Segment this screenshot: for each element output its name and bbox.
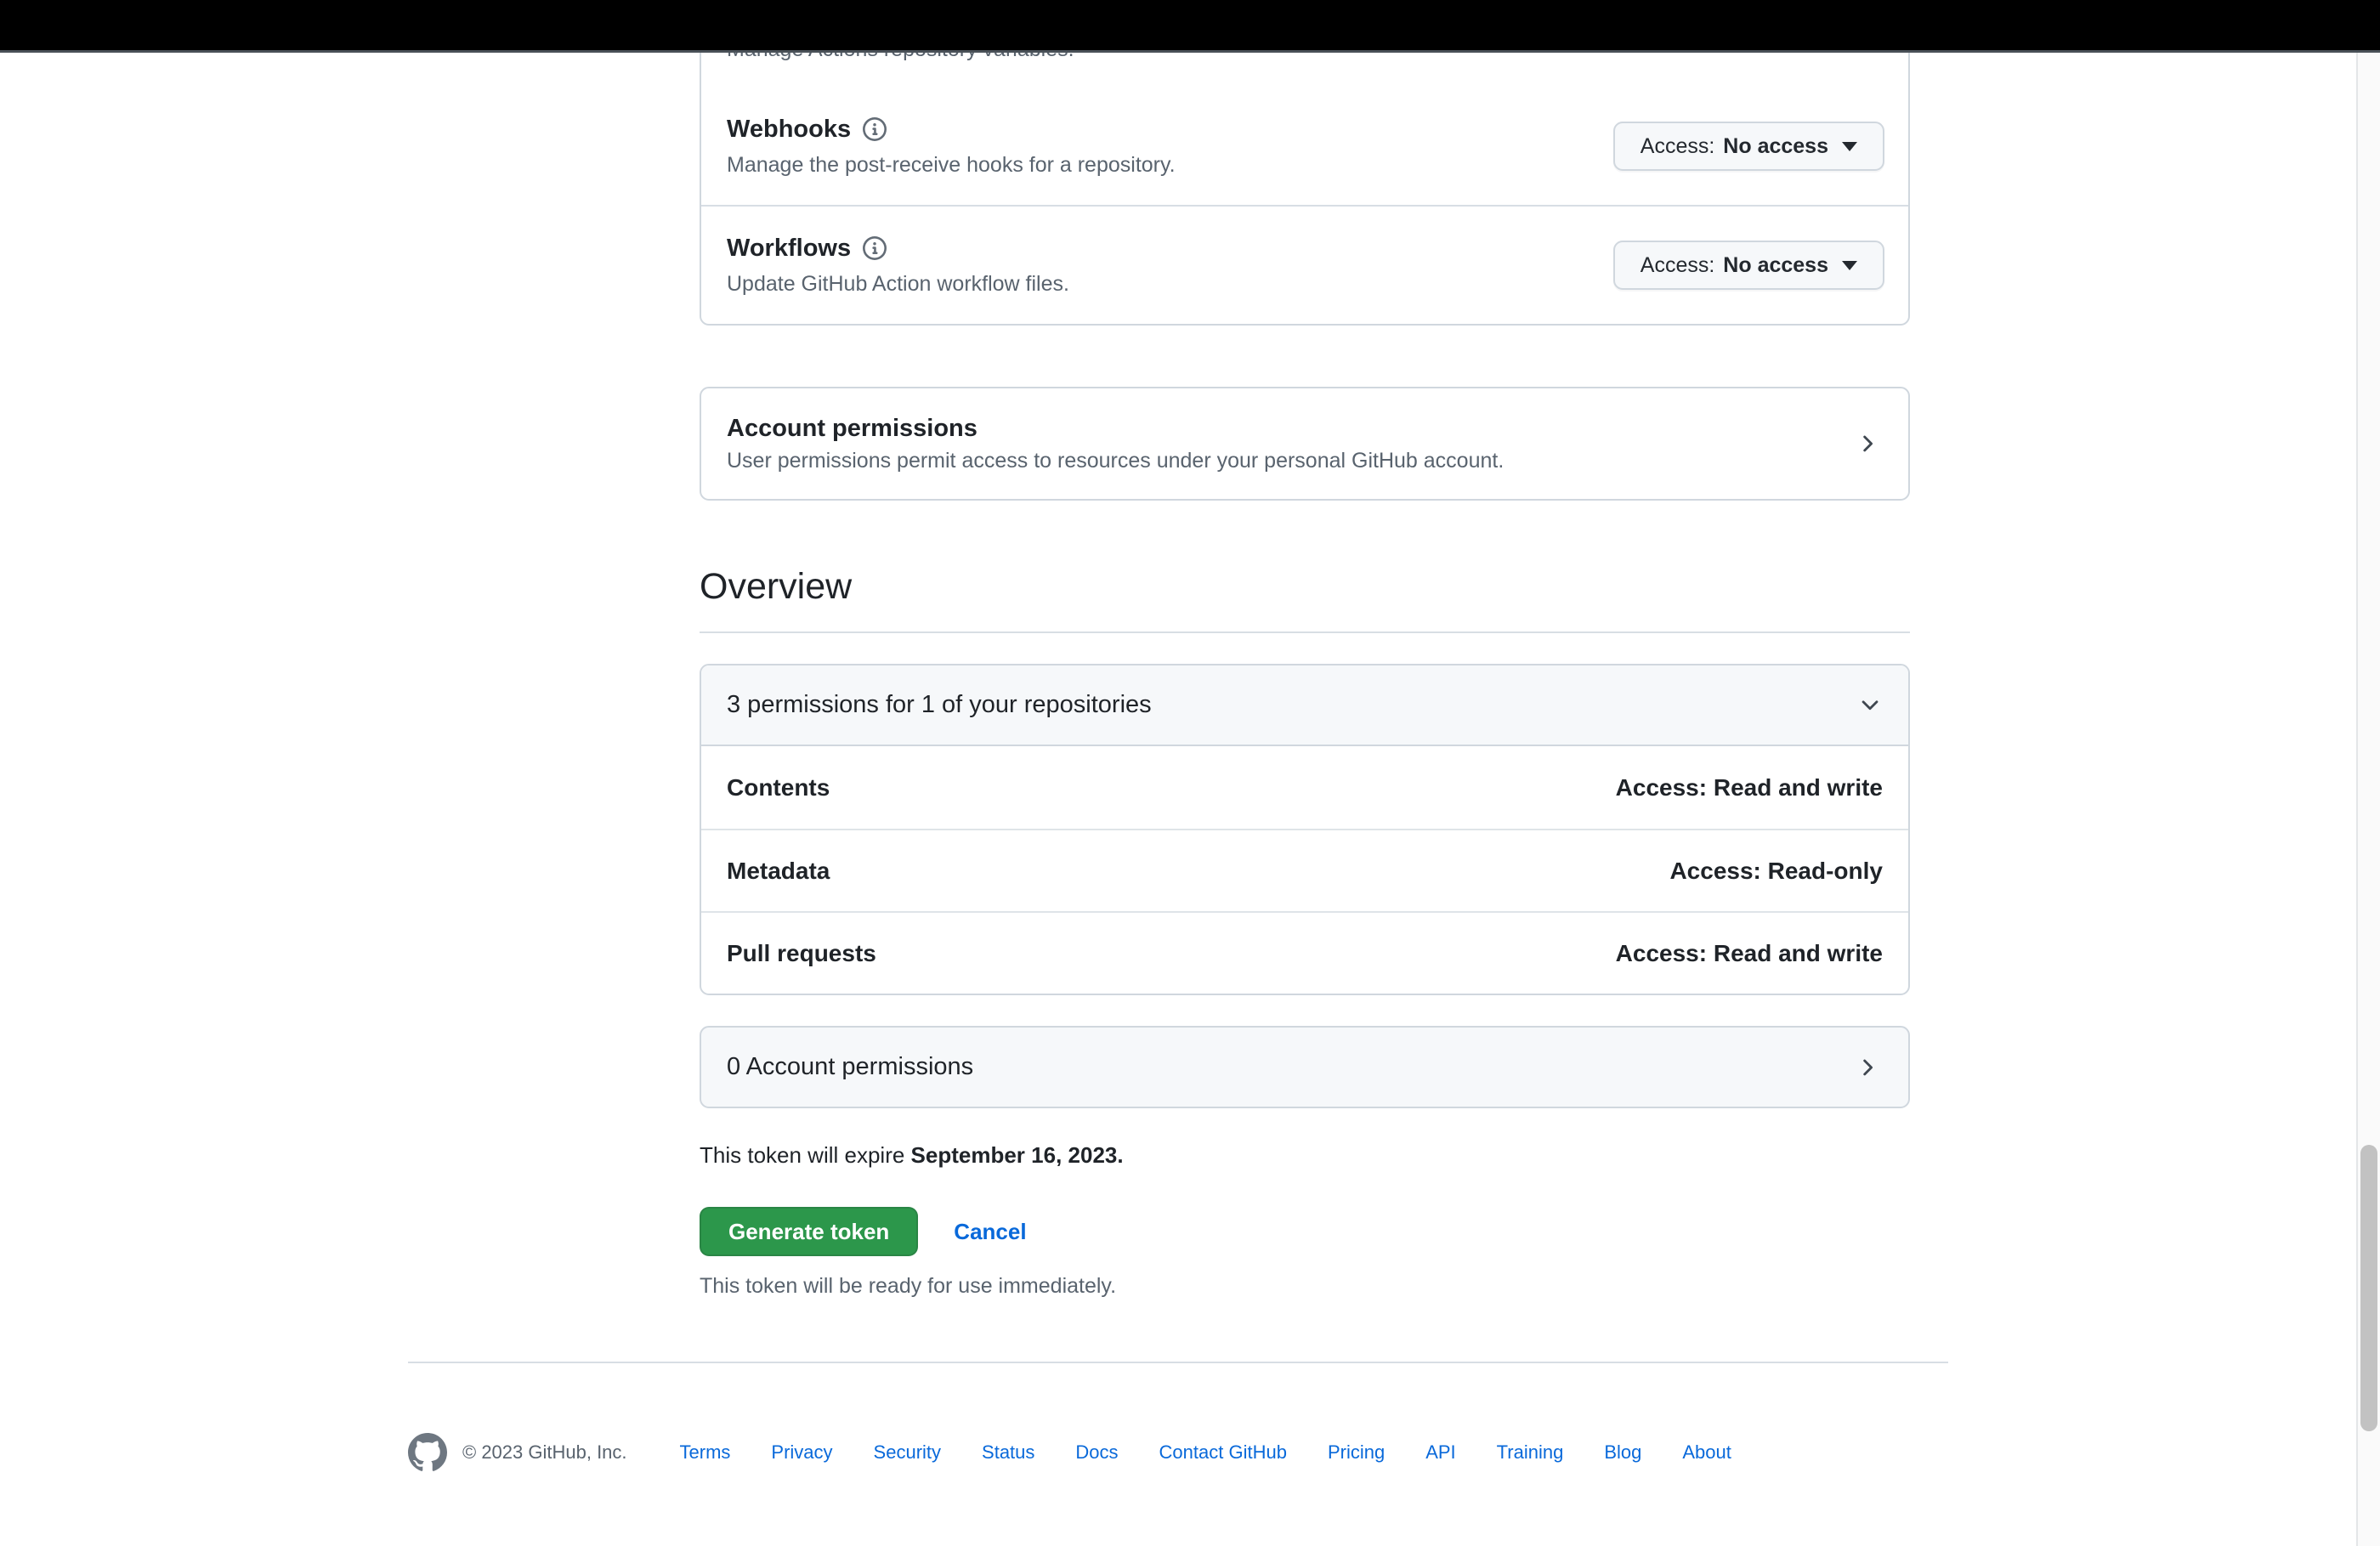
info-icon[interactable] (863, 117, 887, 141)
footer-link-api[interactable]: API (1425, 1441, 1455, 1464)
top-black-bar (0, 0, 2380, 53)
access-dropdown-button[interactable]: Access: No access (1612, 241, 1884, 290)
account-permissions-summary-text: 0 Account permissions (727, 1053, 974, 1080)
access-label: Access: (1640, 133, 1715, 158)
dropdown-caret-icon (1842, 260, 1857, 270)
chevron-right-icon (1854, 431, 1879, 456)
access-label: Access: (1640, 252, 1715, 277)
permissions-overview-card: 3 permissions for 1 of your repositories… (700, 664, 1910, 995)
footer-link-about[interactable]: About (1682, 1441, 1731, 1464)
footer-link-security[interactable]: Security (874, 1441, 941, 1464)
token-expiry-text: This token will expire September 16, 202… (700, 1142, 1910, 1168)
site-footer: © 2023 GitHub, Inc. Terms Privacy Securi… (408, 1362, 1948, 1472)
permission-access: Access: Read and write (1615, 773, 1883, 801)
account-permissions-title: Account permissions (727, 415, 978, 442)
github-logo-icon[interactable] (408, 1433, 447, 1472)
info-icon[interactable] (863, 236, 887, 260)
access-dropdown-button[interactable]: Access: No access (1612, 122, 1884, 171)
account-permissions-description: User permissions permit access to resour… (727, 449, 1504, 473)
chevron-right-icon (1854, 1055, 1879, 1080)
overview-heading: Overview (700, 563, 1910, 633)
form-actions: Generate token Cancel (700, 1207, 1910, 1256)
overview-permission-row: Contents Access: Read and write (701, 746, 1908, 829)
overview-permission-row: Metadata Access: Read-only (701, 829, 1908, 911)
chevron-down-icon (1857, 693, 1883, 718)
access-value: No access (1723, 252, 1828, 277)
footer-link-training[interactable]: Training (1497, 1441, 1564, 1464)
token-expiry-prefix: This token will expire (700, 1142, 911, 1168)
generate-token-button[interactable]: Generate token (700, 1207, 919, 1256)
access-value: No access (1723, 133, 1828, 158)
footer-link-blog[interactable]: Blog (1604, 1441, 1641, 1464)
footer-link-docs[interactable]: Docs (1075, 1441, 1118, 1464)
permission-row-workflows: Workflows Update GitHub Action workflow … (701, 205, 1908, 324)
scrollbar-track[interactable] (2356, 53, 2380, 1546)
overview-permission-row: Pull requests Access: Read and write (701, 911, 1908, 994)
permission-title: Workflows (727, 235, 852, 262)
account-permissions-summary-toggle[interactable]: 0 Account permissions (700, 1026, 1910, 1108)
permission-row-webhooks: Webhooks Manage the post-receive hooks f… (701, 88, 1908, 205)
token-ready-note: This token will be ready for use immedia… (700, 1274, 1117, 1298)
footer-link-privacy[interactable]: Privacy (771, 1441, 832, 1464)
footer-link-status[interactable]: Status (982, 1441, 1034, 1464)
footer-link-pricing[interactable]: Pricing (1328, 1441, 1385, 1464)
permission-access: Access: Read-only (1669, 857, 1883, 884)
scrollbar-thumb[interactable] (2360, 1145, 2377, 1431)
dropdown-caret-icon (1842, 141, 1857, 151)
permission-title: Webhooks (727, 116, 852, 143)
footer-links: Terms Privacy Security Status Docs Conta… (680, 1441, 1731, 1464)
repo-permissions-summary-text: 3 permissions for 1 of your repositories (727, 691, 1152, 718)
token-expiry-date: September 16, 2023. (910, 1142, 1124, 1168)
repo-permissions-summary-toggle[interactable]: 3 permissions for 1 of your repositories (701, 665, 1908, 746)
copyright-text: © 2023 GitHub, Inc. (462, 1441, 627, 1463)
permission-name: Contents (727, 773, 830, 801)
permission-name: Metadata (727, 857, 830, 884)
permission-name: Pull requests (727, 939, 876, 966)
account-permissions-card[interactable]: Account permissions User permissions per… (700, 387, 1910, 501)
cancel-button[interactable]: Cancel (954, 1219, 1026, 1245)
footer-link-terms[interactable]: Terms (680, 1441, 731, 1464)
settings-content: Manage Actions repository variables. Web… (700, 0, 1910, 1299)
footer-link-contact-github[interactable]: Contact GitHub (1159, 1441, 1287, 1464)
permission-access: Access: Read and write (1615, 939, 1883, 966)
